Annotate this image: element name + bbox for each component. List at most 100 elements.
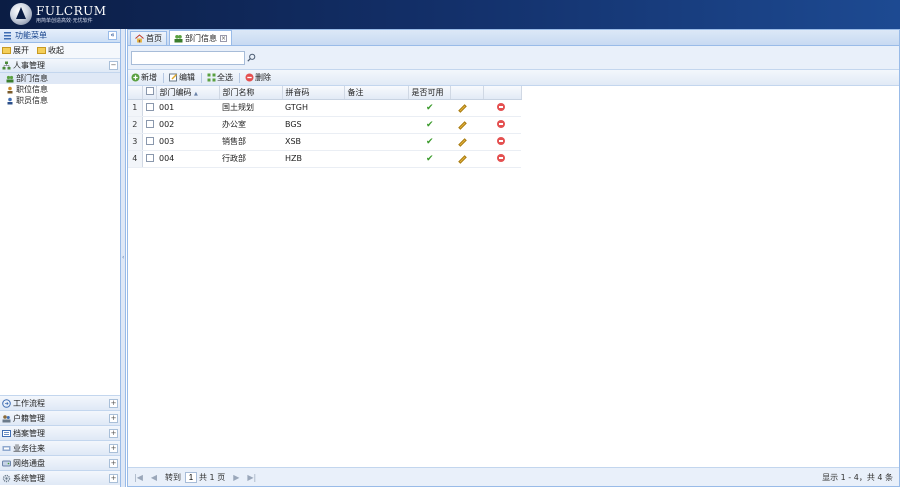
search-input[interactable]: [131, 50, 245, 65]
sidebar-title-bar: 功能菜单 «: [0, 29, 120, 43]
cell-enabled: ✔: [408, 116, 450, 134]
row-checkbox-cell[interactable]: [142, 116, 156, 134]
delete-row-icon[interactable]: [497, 119, 505, 128]
pencil-icon[interactable]: [458, 121, 467, 130]
folder-closed-icon: [37, 47, 46, 54]
delete-button[interactable]: 删除: [245, 72, 271, 83]
page-number-input[interactable]: [185, 471, 198, 483]
delete-row-icon[interactable]: [497, 153, 505, 162]
row-checkbox-cell[interactable]: [142, 150, 156, 168]
total-pages-label: 共 1 页: [199, 472, 226, 482]
next-page-button[interactable]: ▶: [233, 473, 239, 482]
home-icon: [135, 34, 144, 43]
group-system[interactable]: 系统管理 +: [0, 470, 120, 485]
group-archive-toggle[interactable]: +: [109, 428, 118, 438]
select-all-checkbox-header[interactable]: [142, 86, 157, 100]
cell-pinyin: HZB: [282, 150, 344, 168]
cell-name: 国土规划: [219, 99, 282, 117]
group-business-toggle[interactable]: +: [109, 443, 118, 453]
toolbar-separator: [201, 72, 202, 83]
sidebar-collapse-button[interactable]: «: [108, 31, 117, 40]
group-network-disk[interactable]: 网络通盘 +: [0, 455, 120, 470]
prev-page-button[interactable]: ◀: [151, 473, 157, 482]
delete-row-icon[interactable]: [497, 102, 505, 111]
add-icon: [131, 73, 140, 82]
cell-edit[interactable]: [450, 150, 483, 168]
cell-note: [344, 133, 408, 151]
cell-edit[interactable]: [450, 99, 483, 117]
group-hr-management[interactable]: 人事管理 −: [0, 59, 120, 73]
cell-edit[interactable]: [450, 133, 483, 151]
col-header-note[interactable]: 备注: [344, 86, 409, 100]
tree-item-employee[interactable]: 职员信息: [0, 95, 120, 106]
table-row[interactable]: 3 003 销售部 XSB ✔: [128, 133, 521, 151]
department-grid: 部门编码 ▲ 部门名称 拼音码 备注 是否可用 1 001 国土规划 GTGH …: [128, 86, 522, 168]
col-header-code[interactable]: 部门编码 ▲: [156, 86, 220, 100]
brand-name: FULCRUM: [36, 3, 107, 18]
table-row[interactable]: 1 001 国土规划 GTGH ✔: [128, 99, 521, 117]
row-checkbox[interactable]: [145, 102, 154, 111]
add-button[interactable]: 新增: [131, 72, 157, 83]
checkbox[interactable]: [145, 87, 154, 96]
row-checkbox[interactable]: [145, 119, 154, 128]
search-bar: [128, 46, 899, 70]
cell-delete[interactable]: [483, 133, 521, 151]
cell-delete[interactable]: [483, 150, 521, 168]
group-household[interactable]: 户籍管理 +: [0, 410, 120, 425]
group-hr-toggle[interactable]: −: [109, 61, 118, 70]
row-checkbox[interactable]: [145, 153, 154, 162]
group-business-label: 业务往来: [13, 443, 45, 453]
col-header-pinyin[interactable]: 拼音码: [282, 86, 345, 100]
tree-item-position[interactable]: 职位信息: [0, 84, 120, 95]
select-all-label: 全选: [217, 73, 233, 82]
brand-logo: FULCRUM 用简单创造高效·无忧软件: [10, 3, 107, 25]
select-all-button[interactable]: 全选: [207, 72, 233, 83]
last-page-button[interactable]: ▶|: [247, 473, 256, 482]
tab-close-icon[interactable]: ×: [220, 34, 227, 42]
menu-icon: [4, 32, 11, 40]
pencil-icon[interactable]: [458, 138, 467, 147]
group-workflow[interactable]: 工作流程 +: [0, 395, 120, 410]
expand-all-button[interactable]: 展开: [2, 45, 29, 56]
search-button[interactable]: [245, 51, 257, 65]
tree-item-department[interactable]: 部门信息: [0, 73, 120, 84]
group-household-toggle[interactable]: +: [109, 413, 118, 423]
group-workflow-toggle[interactable]: +: [109, 398, 118, 408]
col-header-name[interactable]: 部门名称: [219, 86, 283, 100]
group-system-toggle[interactable]: +: [109, 473, 118, 483]
cell-delete[interactable]: [483, 99, 521, 117]
collapse-all-button[interactable]: 收起: [37, 45, 64, 56]
first-page-button[interactable]: |◀: [134, 473, 143, 482]
row-checkbox-cell[interactable]: [142, 133, 156, 151]
cell-edit[interactable]: [450, 116, 483, 134]
pencil-icon[interactable]: [458, 155, 467, 164]
pencil-icon[interactable]: [458, 104, 467, 113]
sidebar-toolbar: 展开 收起: [0, 43, 120, 59]
edit-button[interactable]: 编辑: [169, 72, 195, 83]
cell-pinyin: BGS: [282, 116, 344, 134]
tree-item-department-label: 部门信息: [16, 74, 48, 83]
folder-open-icon: [2, 47, 11, 54]
splitter-arrow-icon: ‹: [122, 254, 125, 261]
collapse-all-label: 收起: [48, 46, 64, 55]
table-row[interactable]: 2 002 办公室 BGS ✔: [128, 116, 521, 134]
group-business[interactable]: 业务往来 +: [0, 440, 120, 455]
tab-home-label: 首页: [146, 34, 162, 43]
tab-home[interactable]: 首页: [130, 31, 167, 45]
group-network-disk-toggle[interactable]: +: [109, 458, 118, 468]
row-checkbox[interactable]: [145, 136, 154, 145]
row-number-header: [128, 86, 143, 100]
sidebar-splitter[interactable]: ‹: [121, 29, 126, 487]
logo-mark-icon: [10, 3, 32, 25]
group-archive[interactable]: 档案管理 +: [0, 425, 120, 440]
grid-header-row: 部门编码 ▲ 部门名称 拼音码 备注 是否可用: [128, 86, 522, 100]
business-icon: [2, 445, 11, 451]
cell-enabled: ✔: [408, 99, 450, 117]
tab-department[interactable]: 部门信息 ×: [169, 30, 232, 45]
row-checkbox-cell[interactable]: [142, 99, 156, 117]
col-header-enabled[interactable]: 是否可用: [408, 86, 451, 100]
cell-code: 003: [156, 133, 219, 151]
table-row[interactable]: 4 004 行政部 HZB ✔: [128, 150, 521, 168]
cell-delete[interactable]: [483, 116, 521, 134]
delete-row-icon[interactable]: [497, 136, 505, 145]
